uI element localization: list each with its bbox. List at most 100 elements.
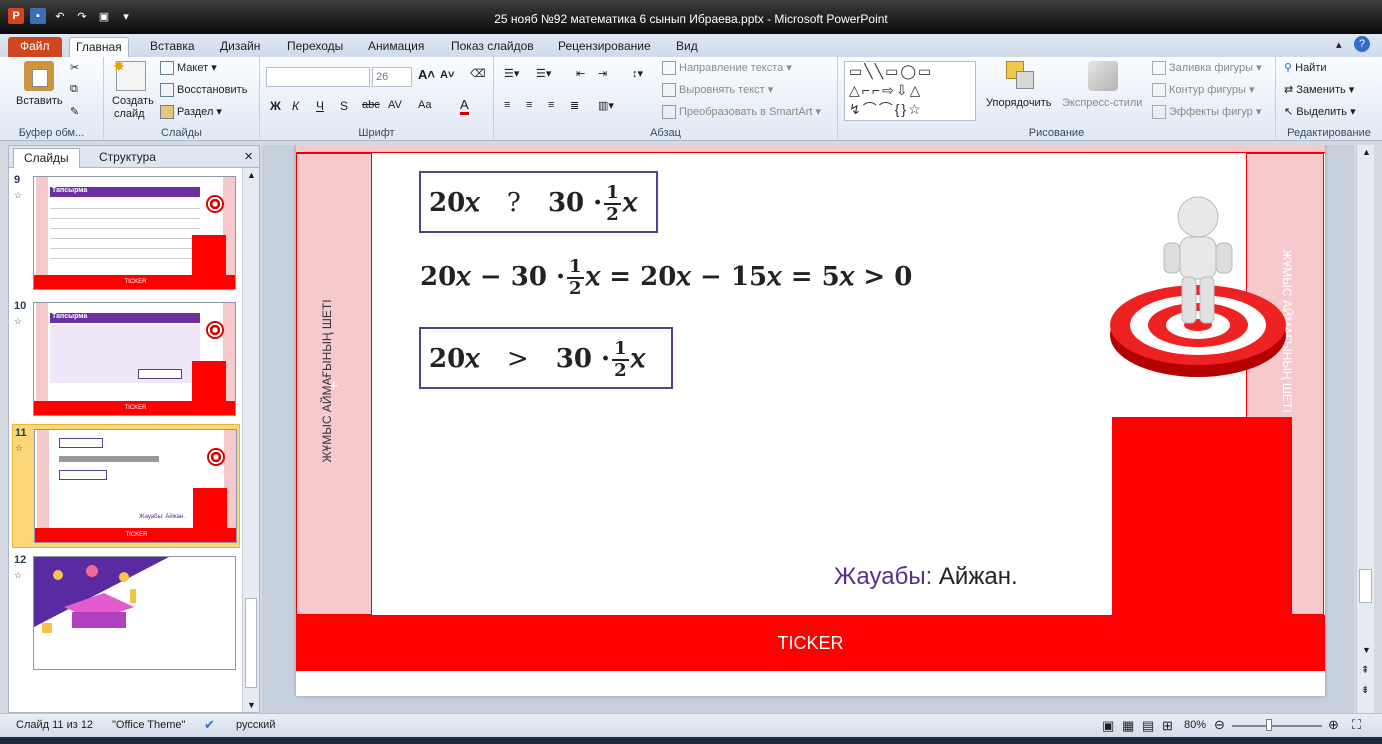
align-text-button[interactable]: Выровнять текст ▾: [662, 83, 773, 98]
thumb-answer: Жауабы: Айжан.: [139, 514, 185, 520]
find-label: Найти: [1295, 62, 1327, 74]
layout-button[interactable]: Макет ▾: [160, 61, 217, 76]
align-left-icon[interactable]: ≡: [504, 99, 510, 111]
new-slide-button-line2[interactable]: слайд: [114, 108, 145, 120]
animation-star-icon: ☆: [15, 443, 24, 453]
language-indicator[interactable]: русский: [236, 719, 275, 731]
quick-styles-button[interactable]: Экспресс-стили: [1062, 97, 1142, 109]
find-button[interactable]: ⚲ Найти: [1284, 61, 1327, 74]
panel-scroll-thumb[interactable]: [245, 598, 257, 688]
replace-button[interactable]: ⇄ Заменить ▾: [1284, 83, 1354, 96]
italic-button[interactable]: К: [292, 99, 299, 113]
clear-format-icon[interactable]: ⌫: [470, 67, 486, 80]
tab-insert[interactable]: Вставка: [144, 37, 201, 57]
reading-view-icon[interactable]: ▤: [1142, 718, 1154, 734]
smartart-button[interactable]: Преобразовать в SmartArt ▾: [662, 105, 821, 120]
tab-home[interactable]: Главная: [69, 37, 129, 57]
previous-slide-icon[interactable]: ⇞: [1361, 665, 1369, 676]
cut-icon[interactable]: ✂: [70, 61, 79, 74]
shape-fill-button[interactable]: Заливка фигуры ▾: [1152, 61, 1262, 76]
minimize-ribbon-icon[interactable]: ▴: [1336, 38, 1342, 51]
next-slide-icon[interactable]: ⇟: [1361, 685, 1369, 696]
slide-thumbnail-12[interactable]: 12 ☆: [12, 552, 240, 676]
normal-view-icon[interactable]: ▣: [1102, 718, 1114, 734]
editor-scroll-thumb[interactable]: [1359, 569, 1372, 603]
decrease-indent-icon[interactable]: ⇤: [576, 67, 585, 80]
justify-icon[interactable]: ≣: [570, 99, 579, 112]
quick-styles-icon[interactable]: [1088, 61, 1118, 91]
scroll-up-icon[interactable]: ▲: [1362, 147, 1371, 157]
editor-scrollbar[interactable]: ▲ ▼ ⇞ ⇟: [1356, 145, 1374, 713]
font-color-button[interactable]: A: [460, 97, 469, 115]
paste-button[interactable]: Вставить: [16, 95, 63, 107]
shape-outline-button[interactable]: Контур фигуры ▾: [1152, 83, 1255, 98]
shapes-gallery[interactable]: ▭╲╲▭◯▭ △⌐⌐⇨⇩△ ↯⌒⌒{}☆: [844, 61, 976, 121]
answer-text[interactable]: Жауабы: Айжан.: [834, 563, 1018, 591]
arrange-button[interactable]: Упорядочить: [986, 97, 1051, 109]
equation-box-1[interactable]: 20𝑥 ? 30 · 1 2 𝑥: [419, 171, 658, 233]
underline-button[interactable]: Ч: [316, 99, 324, 113]
slideshow-view-icon[interactable]: ⊞: [1162, 718, 1173, 734]
strikethrough-button[interactable]: abc: [362, 99, 380, 111]
equation-2[interactable]: 20𝑥 − 30 · 1 2 𝑥 = 20𝑥 − 15𝑥 = 5𝑥 > 0: [420, 257, 912, 299]
section-button[interactable]: Раздел ▾: [160, 105, 222, 120]
scroll-down-icon[interactable]: ▼: [1362, 645, 1371, 655]
help-icon[interactable]: ?: [1354, 36, 1370, 52]
scroll-up-icon[interactable]: ▲: [247, 170, 256, 180]
tab-transitions[interactable]: Переходы: [281, 37, 349, 57]
numbering-icon[interactable]: ☰▾: [536, 67, 551, 80]
theme-name[interactable]: "Office Theme": [112, 719, 185, 731]
select-button[interactable]: ↖ Выделить ▾: [1284, 105, 1356, 118]
tab-design[interactable]: Дизайн: [214, 37, 266, 57]
arrange-icon[interactable]: [1006, 61, 1036, 91]
close-panel-icon[interactable]: ×: [244, 148, 253, 165]
tab-outline-panel[interactable]: Структура: [89, 148, 166, 168]
slide-thumbnail-11[interactable]: 11 ☆ Жауабы: Айжан. TICKER: [12, 424, 240, 548]
tab-review[interactable]: Рецензирование: [552, 37, 657, 57]
shadow-button[interactable]: S: [340, 99, 348, 113]
tab-animation[interactable]: Анимация: [362, 37, 430, 57]
slide-sorter-icon[interactable]: ▦: [1122, 718, 1134, 734]
zoom-in-icon[interactable]: ⊕: [1328, 717, 1339, 733]
animation-star-icon: ☆: [14, 316, 23, 326]
char-spacing-button[interactable]: AV: [388, 99, 402, 111]
scroll-down-icon[interactable]: ▼: [247, 700, 256, 710]
new-slide-button[interactable]: Создать: [112, 95, 154, 107]
thumb-title: Тапсырма: [50, 313, 200, 323]
grow-font-icon[interactable]: A˄: [418, 67, 435, 82]
align-right-icon[interactable]: ≡: [548, 99, 554, 111]
zoom-slider[interactable]: [1232, 725, 1322, 727]
text-direction-button[interactable]: Направление текста ▾: [662, 61, 792, 76]
answer-value: Айжан.: [932, 563, 1018, 590]
increase-indent-icon[interactable]: ⇥: [598, 67, 607, 80]
align-center-icon[interactable]: ≡: [526, 99, 532, 111]
bullets-icon[interactable]: ☰▾: [504, 67, 519, 80]
line-spacing-icon[interactable]: ↕▾: [632, 67, 643, 80]
tab-slideshow[interactable]: Показ слайдов: [445, 37, 540, 57]
slide-thumbnail-10[interactable]: 10 ☆ Тапсырма TICKER: [12, 298, 240, 422]
font-size-input[interactable]: 26: [372, 67, 412, 87]
change-case-button[interactable]: Aa: [418, 99, 431, 111]
columns-icon[interactable]: ▥▾: [598, 99, 614, 112]
bold-button[interactable]: Ж: [270, 99, 281, 113]
zoom-out-icon[interactable]: ⊖: [1214, 717, 1225, 733]
new-slide-icon[interactable]: ✸: [113, 58, 146, 91]
tab-view[interactable]: Вид: [670, 37, 704, 57]
equation-box-3[interactable]: 20𝑥 > 30 · 1 2 𝑥: [419, 327, 673, 389]
tab-file[interactable]: Файл: [8, 37, 62, 57]
fit-to-window-icon[interactable]: ⛶: [1352, 717, 1361, 733]
reset-button[interactable]: Восстановить: [160, 83, 247, 97]
format-painter-icon[interactable]: ✎: [70, 105, 79, 118]
shape-effects-button[interactable]: Эффекты фигур ▾: [1152, 105, 1261, 120]
panel-scrollbar[interactable]: ▲ ▼: [242, 168, 259, 712]
tab-slides-panel[interactable]: Слайды: [13, 148, 80, 168]
paste-icon[interactable]: [24, 61, 54, 91]
zoom-level[interactable]: 80%: [1184, 719, 1206, 731]
shrink-font-icon[interactable]: A˅: [440, 69, 454, 81]
plus-mark: +: [329, 378, 339, 395]
copy-icon[interactable]: ⧉: [70, 83, 78, 96]
spellcheck-icon[interactable]: ✔: [204, 717, 215, 733]
zoom-slider-handle[interactable]: [1266, 719, 1272, 731]
font-name-input[interactable]: [266, 67, 370, 87]
slide-thumbnail-9[interactable]: 9 ☆ Тапсырма TICKER: [12, 172, 240, 296]
